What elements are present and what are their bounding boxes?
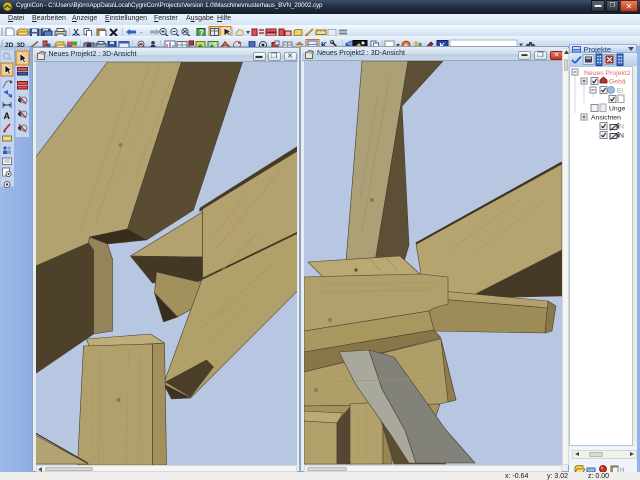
svg-text:Ansichten: Ansichten: [591, 115, 621, 122]
svg-text:A: A: [4, 111, 11, 121]
svg-text:Neues Projekt2: Neues Projekt2: [584, 70, 631, 77]
svg-text:Unge: Unge: [609, 106, 625, 113]
svg-text:Ei: Ei: [617, 88, 624, 95]
svg-text:N: N: [619, 133, 624, 140]
svg-text:Gebä: Gebä: [609, 79, 626, 86]
svg-text:N: N: [619, 124, 624, 131]
